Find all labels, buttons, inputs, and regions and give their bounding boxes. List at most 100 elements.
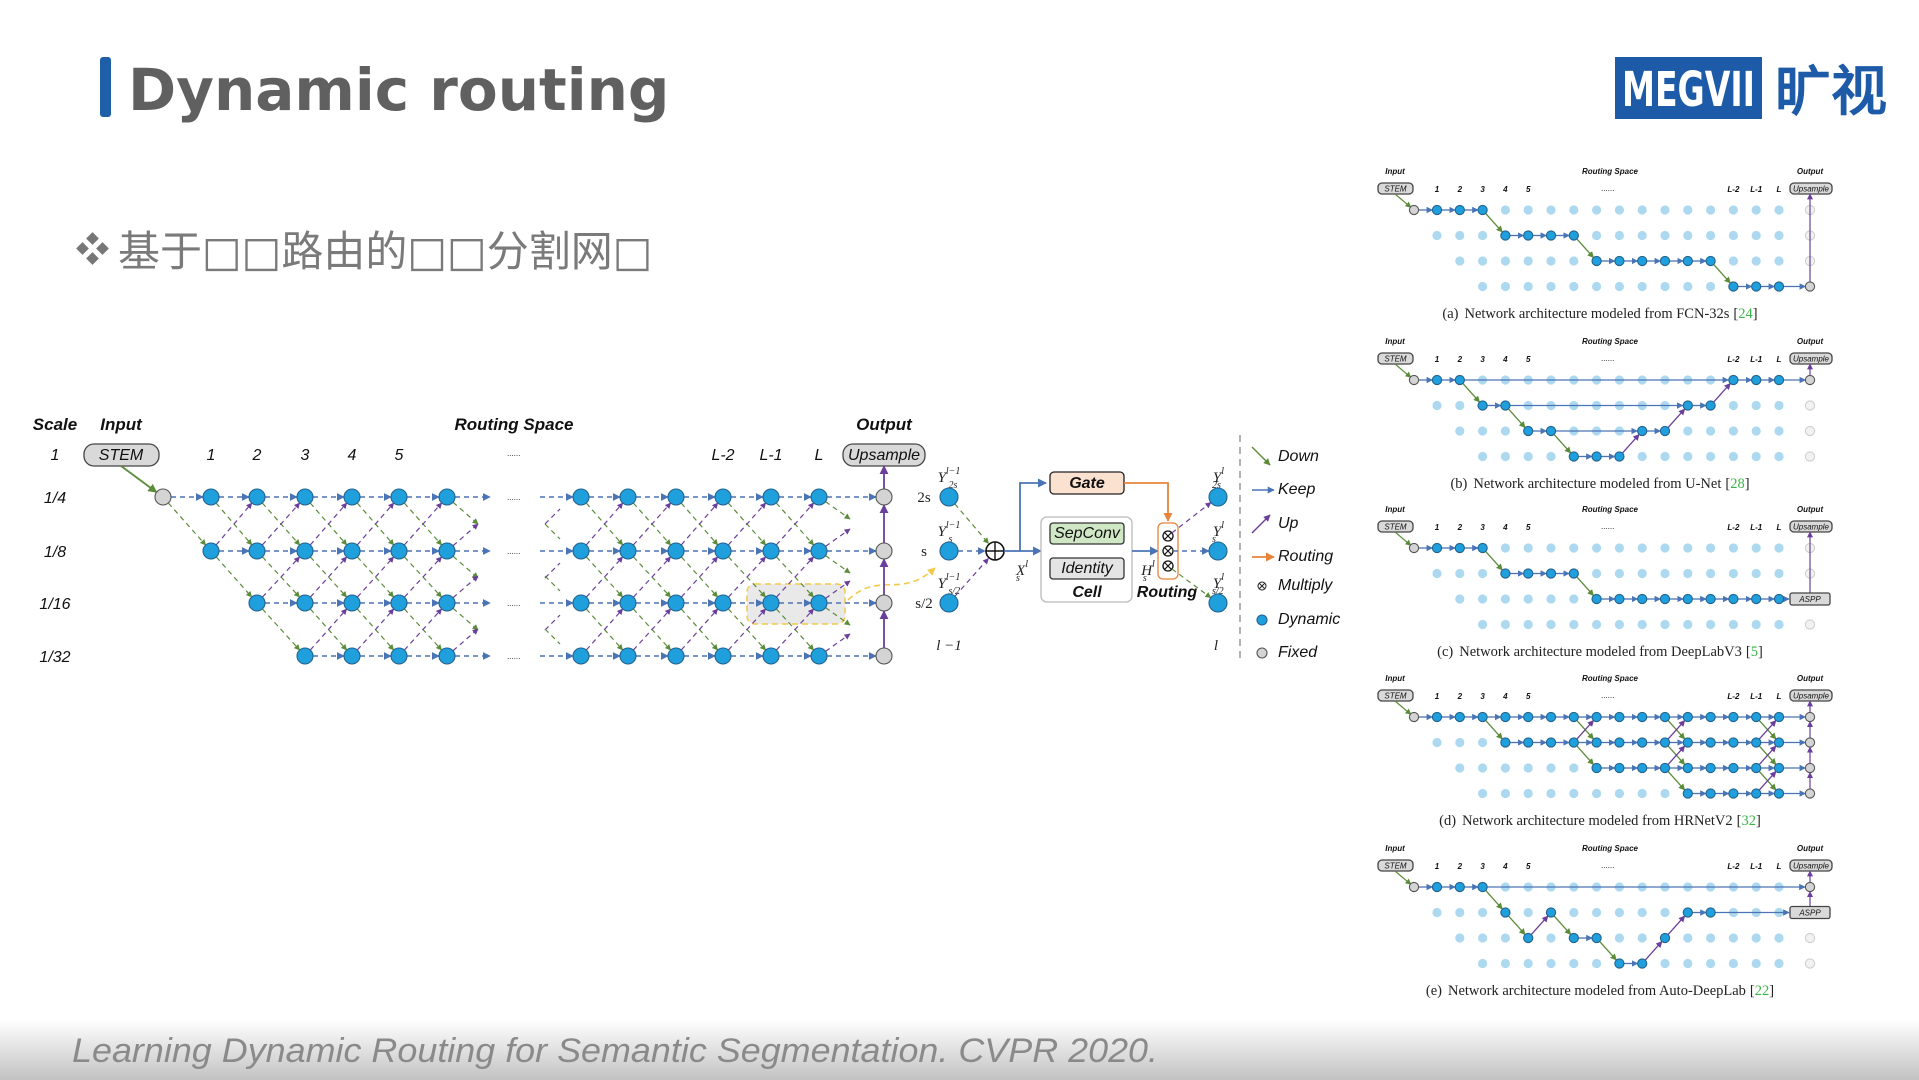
dynamic-node <box>438 542 456 560</box>
inactive-node <box>1592 281 1602 292</box>
layer-label: 5 <box>395 447 404 464</box>
active-node <box>1682 255 1693 267</box>
active-node <box>1431 374 1443 386</box>
inactive-node <box>1637 543 1647 553</box>
active-node <box>1454 542 1465 554</box>
panel-ellipsis: ...... <box>1601 184 1614 193</box>
panel-b: Input Routing Space Output 1 2 3 4 5...... L-2 L-… <box>1377 337 1833 492</box>
dynamic-node <box>762 488 780 506</box>
layer-label: 1 <box>207 447 216 464</box>
output-node <box>875 542 893 560</box>
inactive-node <box>1706 205 1716 215</box>
legend-label-fixed: Fixed <box>1278 644 1318 661</box>
panel-output-node <box>1804 425 1816 437</box>
down-edge <box>1713 263 1731 284</box>
label-sup: l <box>1221 572 1224 583</box>
routing-edge <box>1124 482 1173 522</box>
inactive-node <box>1478 788 1488 799</box>
inactive-node <box>1728 568 1738 579</box>
active-node <box>1728 711 1739 723</box>
active-node <box>1682 711 1693 723</box>
active-node <box>1477 204 1488 216</box>
active-node <box>1773 762 1785 774</box>
inactive-node <box>1592 230 1602 241</box>
cell-input-node <box>939 593 959 613</box>
legend-label-dynamic: Dynamic <box>1278 611 1340 628</box>
dynamic-node <box>343 488 361 506</box>
inactive-node <box>1592 619 1602 630</box>
inactive-node <box>1660 543 1670 553</box>
active-node <box>1431 711 1443 723</box>
active-node <box>1659 255 1671 267</box>
active-node <box>1523 737 1534 748</box>
inactive-node <box>1614 568 1624 579</box>
panel-output-node <box>1804 281 1816 292</box>
panel-layer-label: L <box>1777 692 1782 701</box>
active-node <box>1659 425 1671 437</box>
panel-layer-label: L <box>1777 185 1782 194</box>
inactive-node <box>1546 958 1556 969</box>
active-node <box>1637 425 1648 437</box>
down-edge <box>1667 770 1686 791</box>
panel-output-header: Output <box>1797 674 1824 683</box>
inactive-node <box>1500 619 1510 630</box>
title-accent-bar <box>100 57 111 117</box>
inactive-node <box>1683 619 1693 630</box>
ellipsis: ...... <box>507 599 520 608</box>
active-node <box>1637 737 1648 748</box>
inactive-node <box>1660 788 1670 799</box>
panel-input-header: Input <box>1385 844 1405 853</box>
dynamic-node <box>762 594 780 612</box>
active-node <box>1523 230 1534 241</box>
inactive-node <box>1569 907 1579 918</box>
inactive-node <box>1637 451 1647 462</box>
layer-label: 2 <box>252 447 262 464</box>
inactive-node <box>1728 256 1738 266</box>
inactive-node <box>1478 568 1488 579</box>
footer-citation: Learning Dynamic Routing for Semantic Se… <box>72 1032 1158 1070</box>
active-node <box>1659 762 1671 774</box>
panel-output-node <box>1804 374 1816 386</box>
inactive-node <box>1546 451 1556 462</box>
active-node <box>1477 881 1488 893</box>
inactive-node <box>1774 933 1784 943</box>
active-node <box>1500 711 1511 723</box>
down-edge <box>1553 915 1572 936</box>
inactive-node <box>1569 256 1579 266</box>
inactive-node <box>1500 205 1510 215</box>
panel-layer-label: 3 <box>1480 523 1485 532</box>
inactive-node <box>1728 205 1738 215</box>
active-node <box>1500 907 1511 918</box>
panel-input-node <box>1408 374 1420 386</box>
dynamic-node <box>248 488 266 506</box>
up-edge <box>825 633 851 652</box>
inactive-node <box>1683 205 1693 215</box>
up-edge <box>825 528 851 547</box>
inactive-node <box>1523 281 1533 292</box>
inactive-node <box>1751 933 1761 943</box>
label-sup: l−1 <box>946 466 961 477</box>
panel-upsample-label: Upsample <box>1793 692 1830 701</box>
up-edge <box>1621 433 1640 454</box>
inactive-node <box>1546 543 1556 553</box>
gate-label: Gate <box>1069 475 1105 492</box>
inactive-node <box>1774 400 1784 411</box>
inactive-node <box>1500 426 1510 436</box>
panel-layer-label: 3 <box>1480 185 1485 194</box>
active-node <box>1728 374 1739 386</box>
label-sub: s <box>1016 573 1020 584</box>
panel-c: Input Routing Space Output 1 2 3 4 5...... L-2 L-… <box>1377 505 1833 660</box>
active-node <box>1659 593 1671 605</box>
cell-output-node <box>1208 487 1228 507</box>
inactive-node <box>1637 619 1647 630</box>
panel-output-node <box>1804 881 1816 893</box>
inactive-node <box>1774 958 1784 969</box>
dynamic-node <box>390 594 408 612</box>
panel-d: Input Routing Space Output 1 2 3 4 5...... L-2 L-… <box>1377 674 1833 829</box>
panel-output-header: Output <box>1797 167 1824 176</box>
caption-ref: 28 <box>1730 476 1745 492</box>
ellipsis: ...... <box>507 547 520 556</box>
active-node <box>1637 711 1648 723</box>
output-node <box>875 488 893 506</box>
inactive-node <box>1478 958 1488 969</box>
